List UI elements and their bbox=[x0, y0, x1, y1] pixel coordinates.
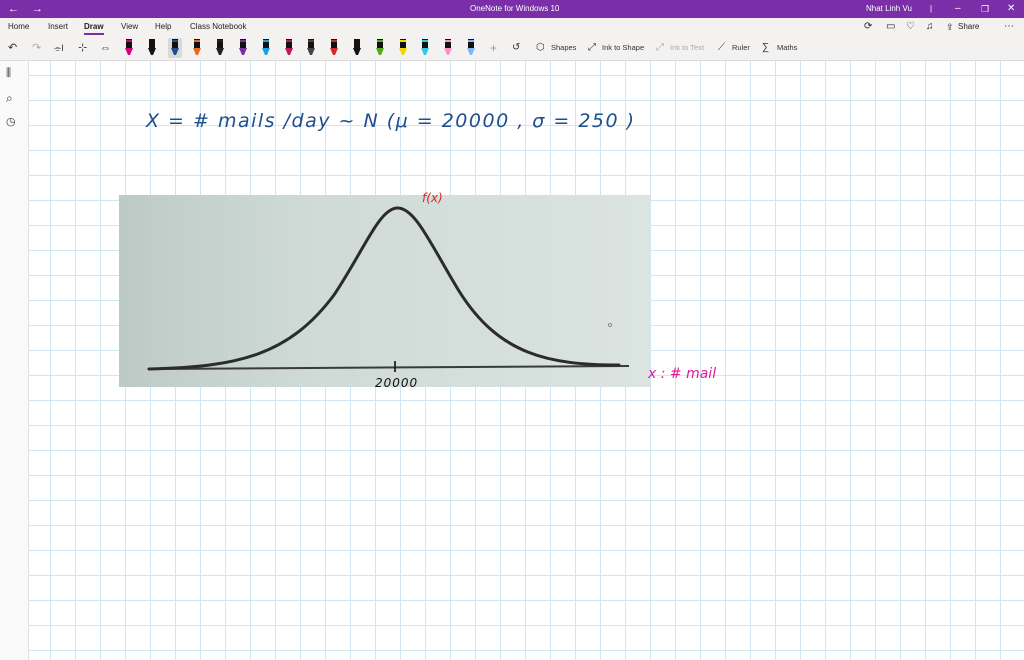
x-axis-label: x : # mail bbox=[648, 366, 717, 382]
tab-draw[interactable]: Draw bbox=[84, 18, 104, 36]
pen-16[interactable] bbox=[464, 38, 478, 58]
tab-help[interactable]: Help bbox=[155, 18, 171, 36]
tick-label-20000: 20000 bbox=[375, 376, 419, 390]
title-bar: ← → OneNote for Windows 10 Nhat Linh Vu … bbox=[0, 0, 1024, 18]
pen-12[interactable] bbox=[373, 38, 387, 58]
tab-view[interactable]: View bbox=[121, 18, 138, 36]
ink-to-text-icon: ⤢ bbox=[656, 42, 664, 53]
pen-14[interactable] bbox=[418, 38, 432, 58]
title-separator: | bbox=[930, 4, 933, 13]
back-arrow-icon[interactable]: ← bbox=[8, 0, 19, 18]
pen-5[interactable] bbox=[213, 38, 227, 58]
close-icon[interactable]: ✕ bbox=[1007, 0, 1015, 18]
share-button[interactable]: Share bbox=[958, 18, 979, 36]
fx-label: f(x) bbox=[422, 191, 443, 205]
shapes-button[interactable]: Shapes bbox=[551, 36, 576, 60]
bell-curve-drawing bbox=[147, 206, 630, 372]
eraser-icon[interactable]: ⇔ bbox=[100, 36, 111, 60]
add-pen-icon[interactable]: + bbox=[490, 36, 497, 60]
navigation-sidebar: ⫼ ⌕ ◷ bbox=[0, 61, 29, 660]
sync-icon[interactable]: ⟳ bbox=[864, 18, 872, 36]
shapes-icon: ⬡ bbox=[536, 42, 545, 53]
ruler-button[interactable]: Ruler bbox=[732, 36, 750, 60]
pen-8[interactable] bbox=[282, 38, 296, 58]
lightbulb-icon[interactable]: ♡ bbox=[906, 18, 915, 36]
pen-11[interactable] bbox=[350, 38, 364, 58]
minimize-icon[interactable]: – bbox=[955, 0, 961, 18]
maths-icon: ∑ bbox=[762, 42, 770, 53]
notebooks-icon[interactable]: ⫼ bbox=[6, 67, 22, 83]
pen-7[interactable] bbox=[259, 38, 273, 58]
tab-home[interactable]: Home bbox=[8, 18, 29, 36]
ink-to-shape-button[interactable]: Ink to Shape bbox=[602, 36, 644, 60]
ribbon-tabs: Home Insert Draw View Help Class Noteboo… bbox=[0, 18, 1024, 36]
pen-10[interactable] bbox=[327, 38, 341, 58]
restore-icon[interactable]: ❐ bbox=[981, 0, 989, 18]
undo-icon[interactable]: ↶ bbox=[8, 36, 17, 60]
tab-class-notebook[interactable]: Class Notebook bbox=[190, 18, 246, 36]
user-name[interactable]: Nhat Linh Vu bbox=[866, 0, 912, 18]
draw-toolbar: ↶ ↷ ⌯I ⊹ ⇔ + ↺ ⬡ Shapes ⤢ Ink to Shape ⤢… bbox=[0, 36, 1024, 61]
search-icon[interactable]: ⌕ bbox=[6, 91, 22, 107]
more-options-icon[interactable]: ⋯ bbox=[1004, 18, 1014, 36]
pen-6[interactable] bbox=[236, 38, 250, 58]
immersive-reader-icon[interactable]: ▭ bbox=[886, 18, 895, 36]
pen-13[interactable] bbox=[396, 38, 410, 58]
forward-arrow-icon[interactable]: → bbox=[32, 0, 43, 18]
lasso-select-icon[interactable]: ⌯I bbox=[54, 36, 64, 60]
ink-replay-icon[interactable]: ↺ bbox=[512, 36, 520, 60]
pen-3[interactable] bbox=[167, 38, 182, 58]
pen-9[interactable] bbox=[304, 38, 318, 58]
pen-15[interactable] bbox=[441, 38, 455, 58]
app-title: OneNote for Windows 10 bbox=[470, 4, 560, 13]
tab-insert[interactable]: Insert bbox=[48, 18, 68, 36]
recent-notes-icon[interactable]: ◷ bbox=[6, 115, 22, 131]
pen-4[interactable] bbox=[190, 38, 204, 58]
add-space-icon[interactable]: ⊹ bbox=[78, 36, 87, 60]
pen-2[interactable] bbox=[145, 38, 159, 58]
maths-button[interactable]: Maths bbox=[777, 36, 797, 60]
ruler-icon: ⟋ bbox=[718, 42, 725, 53]
handwritten-equation: X = # mails /day ~ N (μ = 20000 , σ = 25… bbox=[146, 110, 636, 132]
ink-to-text-button[interactable]: Ink to Text bbox=[670, 36, 704, 60]
share-icon[interactable]: ⇪ bbox=[946, 18, 954, 36]
notification-bell-icon[interactable]: ♫ bbox=[926, 18, 934, 36]
ink-to-shape-icon: ⤢ bbox=[588, 42, 596, 53]
pen-1[interactable] bbox=[122, 38, 136, 58]
normal-curve-photo bbox=[119, 195, 650, 387]
redo-icon[interactable]: ↷ bbox=[32, 36, 41, 60]
